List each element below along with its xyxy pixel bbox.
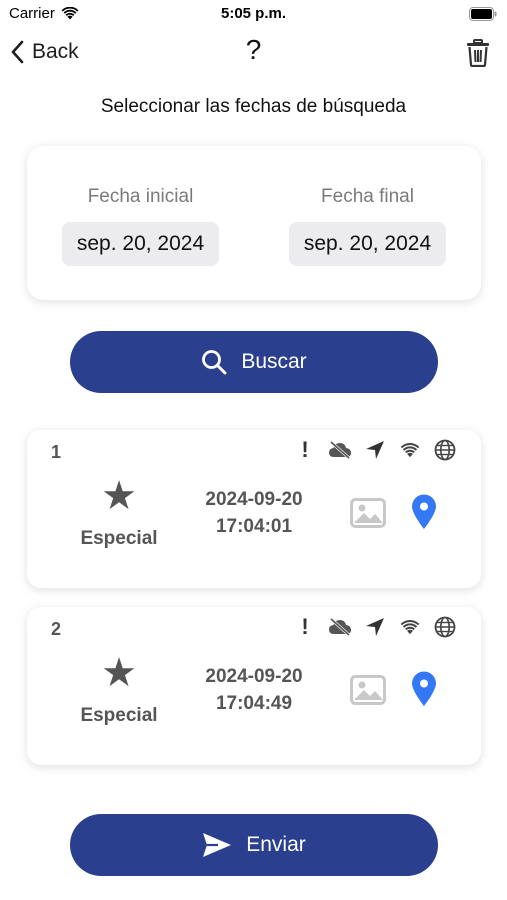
send-button[interactable]: Enviar [70, 814, 438, 876]
wifi-icon [398, 615, 422, 639]
clock: 5:05 p.m. [220, 5, 287, 22]
battery-icon [469, 7, 497, 21]
record-type-label: Especial [80, 705, 158, 726]
start-date-picker[interactable]: sep. 20, 2024 [61, 222, 220, 266]
record-type: ★ Especial [69, 474, 169, 550]
cloud-off-icon [328, 438, 352, 462]
end-date-group: Fecha final sep. 20, 2024 [254, 146, 481, 266]
trash-icon[interactable] [467, 39, 489, 67]
end-date-picker[interactable]: sep. 20, 2024 [288, 222, 447, 266]
end-date-label: Fecha final [321, 186, 414, 207]
alert-icon: ! [301, 614, 309, 639]
search-button[interactable]: Buscar [70, 331, 438, 393]
record-datetime: 2024-09-20 17:04:49 [184, 663, 324, 717]
status-bar: Carrier 5:05 p.m. [0, 0, 507, 28]
record-time: 17:04:49 [215, 693, 293, 714]
star-icon: ★ [101, 474, 137, 518]
record-type-label: Especial [80, 528, 158, 549]
record-number: 2 [51, 619, 62, 639]
record-time: 17:04:01 [215, 516, 293, 537]
record-status-icons: ! [293, 437, 457, 462]
record-card[interactable]: 1 ! ★ Especial 2024-09-20 17:04:01 [27, 430, 481, 588]
navigation-bar: Back ? [0, 30, 507, 78]
star-icon: ★ [101, 651, 137, 695]
photo-icon[interactable] [350, 675, 386, 705]
help-button[interactable]: ? [246, 34, 262, 65]
send-icon [203, 833, 232, 857]
record-date: 2024-09-20 [205, 666, 303, 687]
record-number: 1 [51, 442, 62, 462]
alert-icon: ! [301, 437, 309, 462]
wifi-icon [398, 438, 422, 462]
send-button-label: Enviar [246, 833, 306, 856]
globe-icon [433, 438, 457, 462]
page-subtitle: Seleccionar las fechas de búsqueda [100, 96, 407, 117]
search-button-label: Buscar [241, 350, 307, 373]
map-pin-icon[interactable] [411, 494, 437, 530]
date-range-card: Fecha inicial sep. 20, 2024 Fecha final … [27, 146, 481, 300]
cloud-off-icon [328, 615, 352, 639]
record-type: ★ Especial [69, 651, 169, 727]
help-button-container: ? [0, 34, 507, 66]
record-status-icons: ! [293, 614, 457, 639]
location-arrow-icon [363, 615, 387, 639]
start-date-label: Fecha inicial [87, 186, 194, 207]
photo-icon[interactable] [350, 498, 386, 528]
globe-icon [433, 615, 457, 639]
record-date: 2024-09-20 [205, 489, 303, 510]
start-date-group: Fecha inicial sep. 20, 2024 [27, 146, 254, 266]
map-pin-icon[interactable] [411, 671, 437, 707]
search-icon [202, 350, 227, 375]
location-arrow-icon [363, 438, 387, 462]
record-datetime: 2024-09-20 17:04:01 [184, 486, 324, 540]
record-card[interactable]: 2 ! ★ Especial 2024-09-20 17:04:49 [27, 607, 481, 765]
